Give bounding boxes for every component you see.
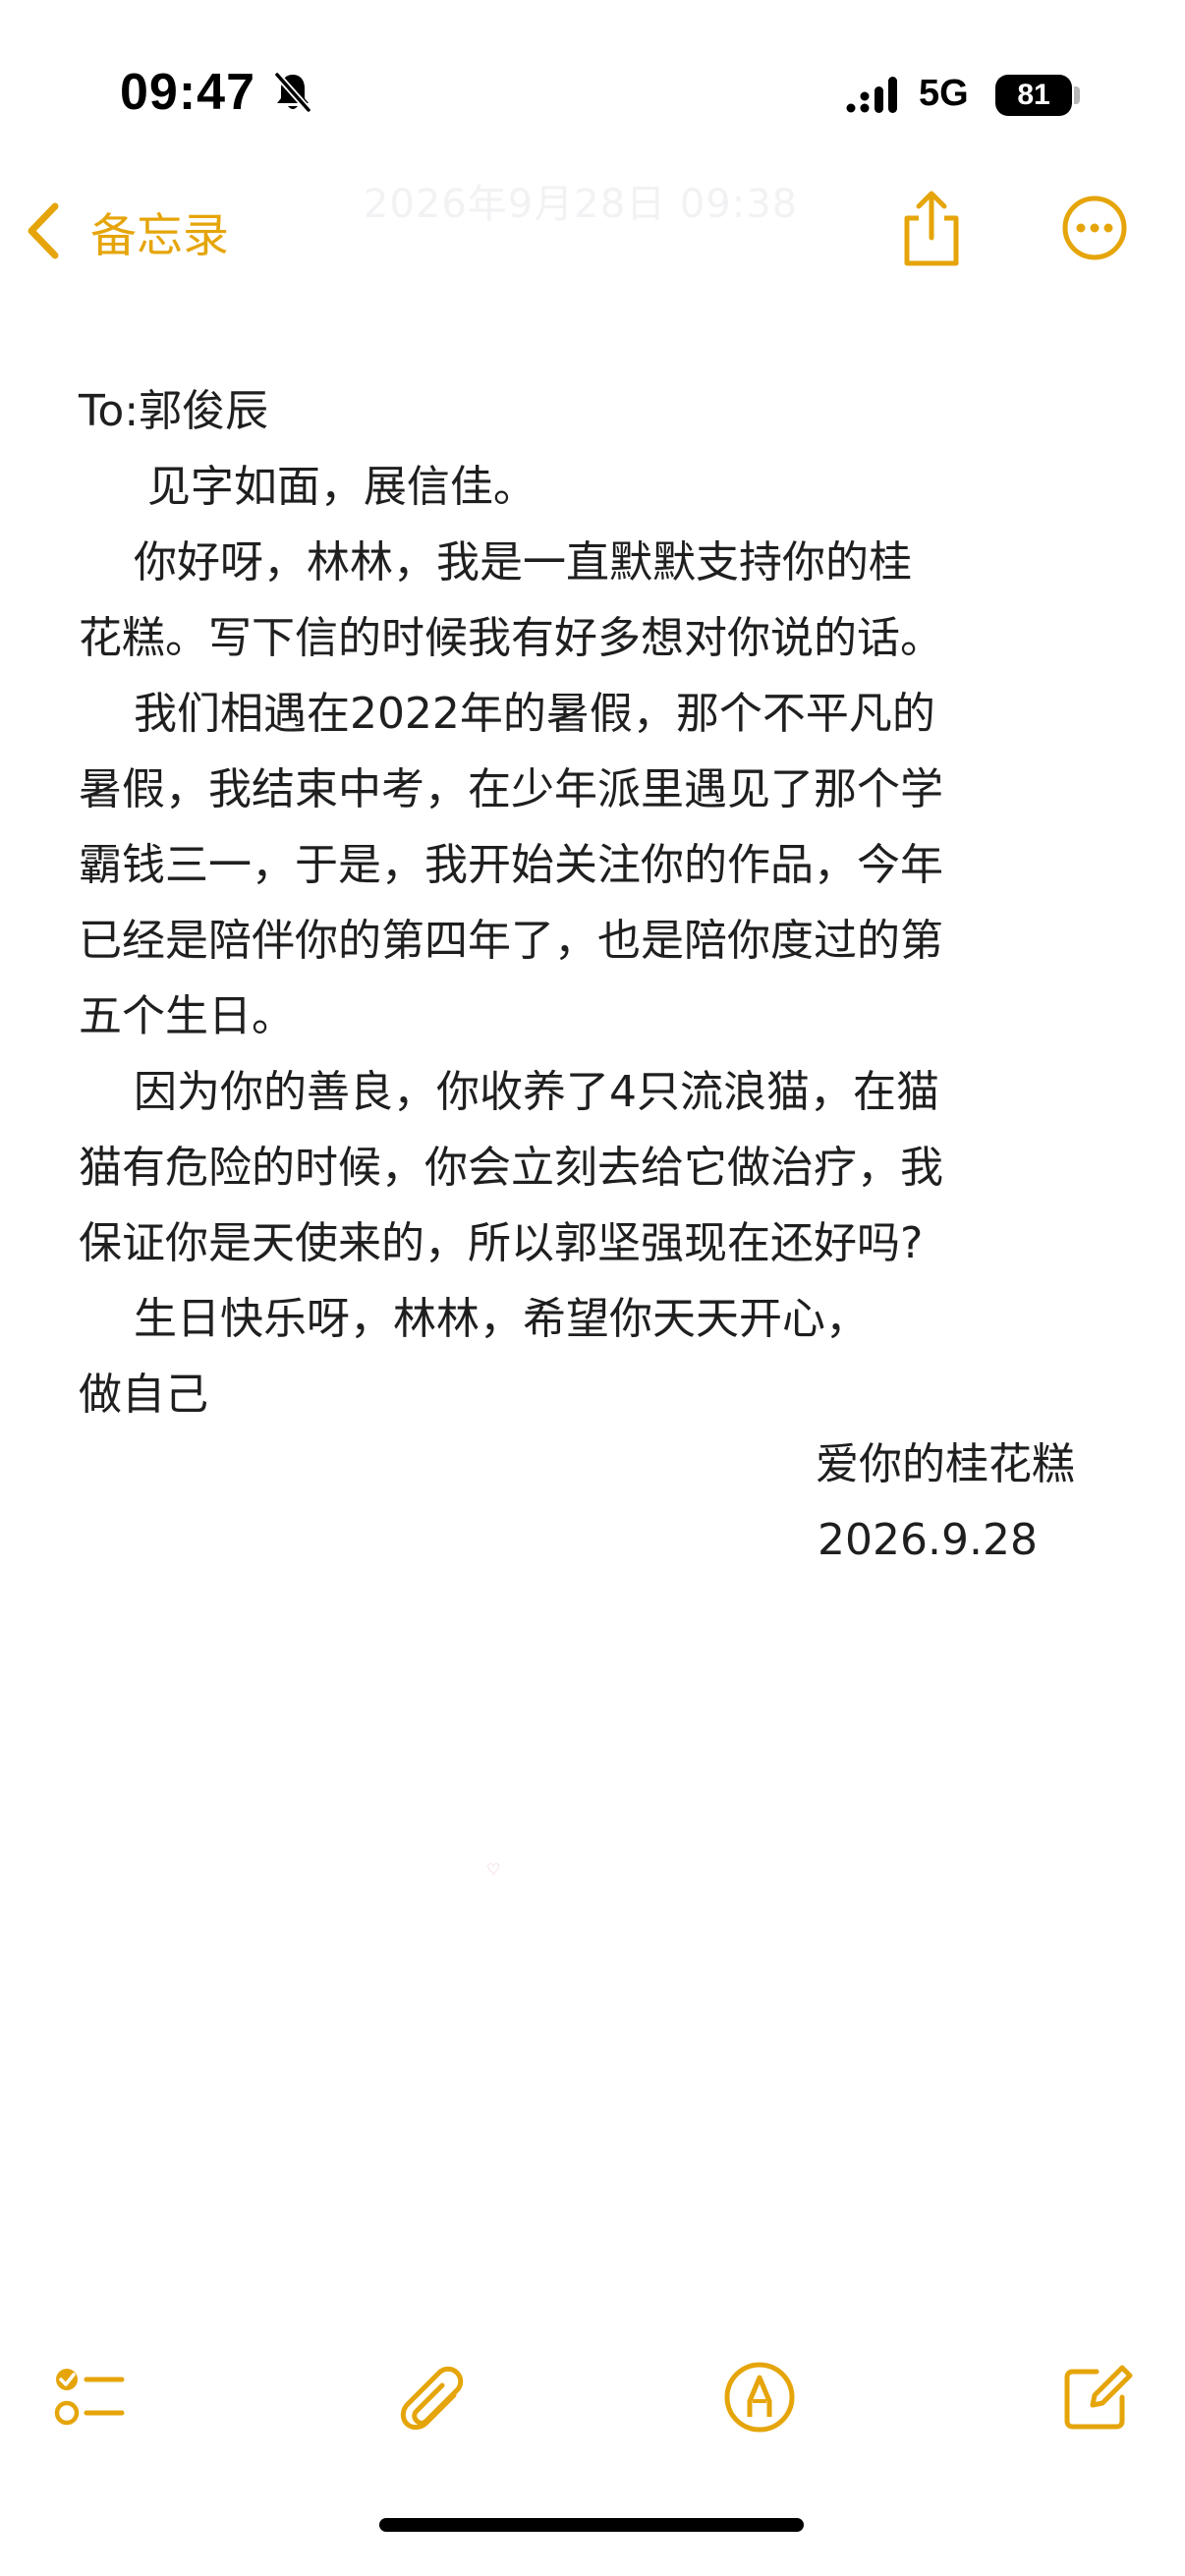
compose-icon[interactable] <box>1057 2358 1136 2436</box>
back-button[interactable]: 备忘录 <box>22 196 229 265</box>
note-line: To:郭俊辰 <box>79 386 269 436</box>
battery-cap <box>1074 86 1080 104</box>
bell-slash-icon <box>274 72 311 113</box>
signal-icon <box>846 77 897 113</box>
nav-bar: 2026年9月28日 09:38 备忘录 <box>0 167 1185 295</box>
note-timestamp: 2026年9月28日 09:38 <box>364 182 799 227</box>
more-icon[interactable] <box>1061 195 1128 261</box>
markup-pen-icon[interactable] <box>720 2358 799 2436</box>
note-body[interactable]: To:郭俊辰 见字如面，展信佳。 你好呀，林林，我是一直默默支持你的桂 花糕。写… <box>79 373 1110 1432</box>
note-line: 五个生日。 <box>79 991 295 1041</box>
share-icon[interactable] <box>897 189 966 269</box>
note-line: 见字如面，展信佳。 <box>79 462 536 512</box>
note-line: 暑假，我结束中考，在少年派里遇见了那个学 <box>79 764 943 814</box>
status-time: 09:47 <box>120 64 255 121</box>
home-indicator[interactable] <box>379 2518 804 2532</box>
bottom-toolbar <box>0 2338 1185 2456</box>
note-line: 猫有危险的时候，你会立刻去给它做治疗，我 <box>79 1143 943 1193</box>
battery-level: 81 <box>1017 79 1050 111</box>
note-line: 你好呀，林林，我是一直默默支持你的桂 <box>79 537 912 588</box>
note-date: 2026.9.28 <box>818 1515 1038 1565</box>
back-label: 备忘录 <box>90 208 229 263</box>
note-line: 已经是陪伴你的第四年了，也是陪你度过的第 <box>79 916 943 966</box>
note-line: 花糕。写下信的时候我有好多想对你说的话。 <box>79 613 943 663</box>
note-line: 保证你是天使来的，所以郭坚强现在还好吗? <box>79 1218 924 1268</box>
checklist-icon[interactable] <box>51 2358 130 2436</box>
battery-indicator: 81 <box>995 75 1072 116</box>
chevron-left-icon <box>28 202 59 259</box>
note-line: 霸钱三一，于是，我开始关注你的作品，今年 <box>79 840 943 890</box>
note-line: 因为你的善良，你收养了4只流浪猫，在猫 <box>79 1067 939 1117</box>
note-line: 做自己 <box>79 1370 208 1420</box>
status-bar: 09:47 5G 81 <box>0 0 1185 147</box>
note-signature: 爱你的桂花糕 <box>816 1439 1075 1489</box>
network-label: 5G <box>919 73 969 114</box>
note-line: 生日快乐呀，林林，希望你天天开心， <box>79 1294 869 1344</box>
note-line: 我们相遇在2022年的暑假，那个不平凡的 <box>79 689 935 739</box>
heart-icon: ♡ <box>486 1860 501 1878</box>
paperclip-icon[interactable] <box>391 2358 470 2436</box>
